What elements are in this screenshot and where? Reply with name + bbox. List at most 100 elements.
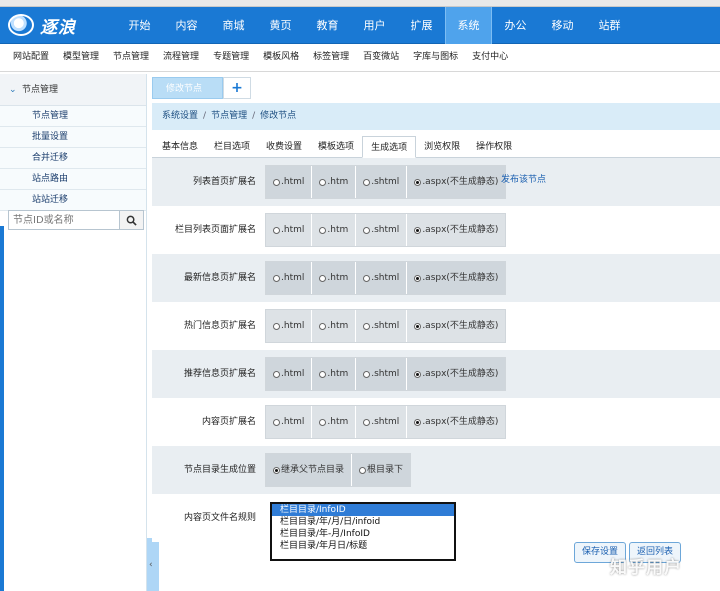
radio-button[interactable] <box>273 418 280 426</box>
radio-option[interactable]: .aspx(不生成静态) <box>407 214 505 246</box>
radio-button[interactable] <box>273 466 280 474</box>
nav-item-4[interactable]: 教育 <box>304 7 351 44</box>
radio-button[interactable] <box>363 322 371 330</box>
sidebar-item-3[interactable]: 站点路由 <box>0 169 146 190</box>
subnav-item-9[interactable]: 支付中心 <box>465 44 515 72</box>
radio-button[interactable] <box>273 274 280 282</box>
radio-option[interactable]: .html <box>266 214 313 246</box>
radio-button[interactable] <box>414 370 422 378</box>
radio-button[interactable] <box>414 322 422 330</box>
nav-item-10[interactable]: 站群 <box>586 7 633 44</box>
radio-button[interactable] <box>273 322 280 330</box>
radio-option[interactable]: .shtml <box>356 358 408 390</box>
nav-item-3[interactable]: 黄页 <box>257 7 304 44</box>
add-tab-button[interactable]: + <box>223 77 251 99</box>
sidebar-heading[interactable]: ⌄ 节点管理 <box>0 74 146 106</box>
radio-option[interactable]: .html <box>266 310 313 342</box>
radio-button[interactable] <box>359 466 367 474</box>
setting-tab-6[interactable]: 操作权限 <box>468 136 520 158</box>
setting-tab-2[interactable]: 收费设置 <box>258 136 310 158</box>
site-logo[interactable]: 逐浪 <box>6 11 96 39</box>
setting-tab-0[interactable]: 基本信息 <box>154 136 206 158</box>
radio-option[interactable]: .aspx(不生成静态) <box>407 406 505 438</box>
setting-tab-5[interactable]: 浏览权限 <box>416 136 468 158</box>
setting-tab-3[interactable]: 模板选项 <box>310 136 362 158</box>
radio-button[interactable] <box>319 370 327 378</box>
nav-item-1[interactable]: 内容 <box>163 7 210 44</box>
radio-button[interactable] <box>319 274 327 282</box>
radio-option[interactable]: .shtml <box>356 262 408 294</box>
radio-option[interactable]: .aspx(不生成静态) <box>407 310 505 342</box>
radio-option[interactable]: 继承父节点目录 <box>266 454 353 486</box>
nav-item-9[interactable]: 移动 <box>539 7 586 44</box>
radio-option[interactable]: 根目录下 <box>352 454 410 486</box>
radio-button[interactable] <box>414 178 422 186</box>
breadcrumb-node-management[interactable]: 节点管理 <box>211 111 247 121</box>
subnav-item-1[interactable]: 模型管理 <box>56 44 106 72</box>
radio-button[interactable] <box>363 178 371 186</box>
setting-tab-4[interactable]: 生成选项 <box>362 136 417 158</box>
filename-rule-option[interactable]: 栏目目录/InfoID <box>272 504 454 516</box>
radio-option[interactable]: .htm <box>312 310 357 342</box>
radio-button[interactable] <box>319 226 327 234</box>
radio-option[interactable]: .htm <box>312 214 357 246</box>
radio-button[interactable] <box>273 178 280 186</box>
subnav-item-4[interactable]: 专题管理 <box>206 44 256 72</box>
nav-item-8[interactable]: 办公 <box>492 7 539 44</box>
radio-option[interactable]: .html <box>266 406 313 438</box>
nav-item-5[interactable]: 用户 <box>351 7 398 44</box>
node-search-input[interactable] <box>9 211 119 229</box>
radio-option[interactable]: .aspx(不生成静态) <box>407 166 505 198</box>
radio-button[interactable] <box>363 370 371 378</box>
subnav-item-6[interactable]: 标签管理 <box>306 44 356 72</box>
radio-option[interactable]: .htm <box>312 358 357 390</box>
subnav-item-5[interactable]: 模板风格 <box>256 44 306 72</box>
subnav-item-3[interactable]: 流程管理 <box>156 44 206 72</box>
nav-item-0[interactable]: 开始 <box>116 7 163 44</box>
sidebar-item-4[interactable]: 站站迁移 <box>0 190 146 211</box>
radio-option[interactable]: .shtml <box>356 214 408 246</box>
filename-rule-select[interactable]: 栏目目录/InfoID 栏目目录/年/月/日/infoid 栏目目录/年-月/Inf… <box>270 502 456 561</box>
subnav-item-2[interactable]: 节点管理 <box>106 44 156 72</box>
tab-edit-node[interactable]: 修改节点 <box>152 77 223 99</box>
radio-option[interactable]: .shtml <box>356 406 408 438</box>
radio-option[interactable]: .aspx(不生成静态) <box>407 358 505 390</box>
radio-option[interactable]: .shtml <box>356 166 408 198</box>
radio-button[interactable] <box>363 274 371 282</box>
radio-button[interactable] <box>414 418 422 426</box>
subnav-item-8[interactable]: 字库与图标 <box>406 44 465 72</box>
radio-button[interactable] <box>414 274 422 282</box>
radio-option[interactable]: .html <box>266 166 313 198</box>
setting-tab-1[interactable]: 栏目选项 <box>206 136 258 158</box>
radio-option[interactable]: .html <box>266 262 313 294</box>
radio-button[interactable] <box>319 322 327 330</box>
sidebar-item-1[interactable]: 批量设置 <box>0 127 146 148</box>
radio-option[interactable]: .htm <box>312 406 357 438</box>
subnav-item-7[interactable]: 百变微站 <box>356 44 406 72</box>
filename-rule-option[interactable]: 栏目目录/年-月/InfoID <box>272 528 454 540</box>
publish-node-link[interactable]: 发布该节点 <box>501 172 546 185</box>
radio-option[interactable]: .aspx(不生成静态) <box>407 262 505 294</box>
filename-rule-option[interactable]: 栏目目录/年月日/标题 <box>272 540 454 552</box>
radio-button[interactable] <box>363 418 371 426</box>
nav-item-6[interactable]: 扩展 <box>398 7 445 44</box>
radio-button[interactable] <box>414 226 422 234</box>
radio-option[interactable]: .html <box>266 358 313 390</box>
radio-button[interactable] <box>319 178 327 186</box>
sidebar-item-0[interactable]: 节点管理 <box>0 106 146 127</box>
radio-option[interactable]: .htm <box>312 262 357 294</box>
radio-button[interactable] <box>273 226 280 234</box>
radio-button[interactable] <box>319 418 327 426</box>
radio-button[interactable] <box>363 226 371 234</box>
radio-button[interactable] <box>273 370 280 378</box>
radio-option[interactable]: .htm <box>312 166 357 198</box>
search-button[interactable] <box>119 211 143 229</box>
radio-option[interactable]: .shtml <box>356 310 408 342</box>
nav-item-7[interactable]: 系统 <box>445 7 492 44</box>
chevron-left-icon[interactable]: ‹ <box>149 560 158 572</box>
nav-item-2[interactable]: 商城 <box>210 7 257 44</box>
subnav-item-0[interactable]: 网站配置 <box>6 44 56 72</box>
filename-rule-option[interactable]: 栏目目录/年/月/日/infoid <box>272 516 454 528</box>
sidebar-item-2[interactable]: 合并迁移 <box>0 148 146 169</box>
breadcrumb-system-settings[interactable]: 系统设置 <box>162 111 198 121</box>
